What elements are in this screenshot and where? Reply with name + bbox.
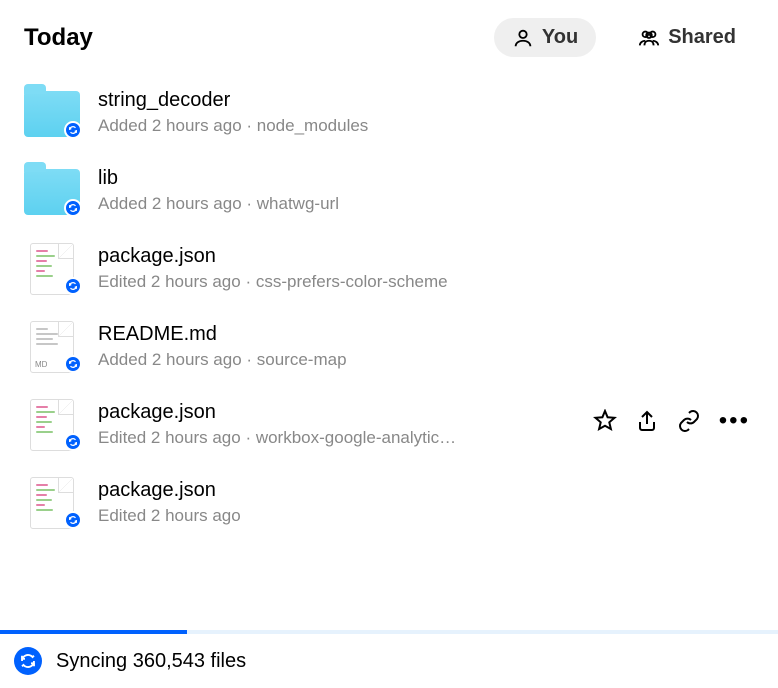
page-title: Today [24, 24, 93, 52]
item-meta: Edited 2 hours ago · workbox-google-anal… [98, 428, 575, 448]
sync-badge-icon [64, 433, 82, 451]
item-name: README.md [98, 323, 754, 346]
star-icon[interactable] [593, 409, 617, 433]
item-name: package.json [98, 401, 575, 424]
item-name: package.json [98, 479, 754, 502]
item-meta: Added 2 hours ago · source-map [98, 350, 754, 370]
tab-you-label: You [542, 26, 578, 49]
sync-status-icon [14, 647, 42, 675]
person-icon [512, 27, 534, 49]
list-item[interactable]: MD README.md Added 2 hours ago · source-ma… [24, 307, 754, 385]
list-item[interactable]: package.json Edited 2 hours ago · css-pre… [24, 229, 754, 307]
tab-shared[interactable]: Shared [620, 18, 754, 57]
sync-badge-icon [64, 199, 82, 217]
item-icon-wrap [24, 165, 80, 215]
file-list: string_decoder Added 2 hours ago · node_m… [0, 65, 778, 541]
list-item[interactable]: package.json Edited 2 hours ago [24, 463, 754, 541]
item-meta: Added 2 hours ago · whatwg-url [98, 194, 754, 214]
item-meta: Added 2 hours ago · node_modules [98, 116, 754, 136]
tab-you[interactable]: You [494, 18, 596, 57]
link-icon[interactable] [677, 409, 701, 433]
item-name: package.json [98, 245, 754, 268]
item-content: package.json Edited 2 hours ago · css-pre… [98, 243, 754, 292]
status-text: Syncing 360,543 files [56, 650, 246, 673]
list-item[interactable]: string_decoder Added 2 hours ago · node_m… [24, 73, 754, 151]
item-actions: ••• [593, 399, 754, 433]
item-icon-wrap [24, 477, 80, 527]
item-meta: Edited 2 hours ago · css-prefers-color-s… [98, 272, 754, 292]
item-content: README.md Added 2 hours ago · source-map [98, 321, 754, 370]
item-meta: Edited 2 hours ago [98, 506, 754, 526]
people-icon [638, 27, 660, 49]
list-item[interactable]: package.json Edited 2 hours ago · workbox… [24, 385, 754, 463]
item-content: lib Added 2 hours ago · whatwg-url [98, 165, 754, 214]
item-content: string_decoder Added 2 hours ago · node_m… [98, 87, 754, 136]
tab-shared-label: Shared [668, 26, 736, 49]
item-icon-wrap [24, 243, 80, 293]
item-content: package.json Edited 2 hours ago · workbox… [98, 399, 575, 448]
list-item[interactable]: lib Added 2 hours ago · whatwg-url [24, 151, 754, 229]
filter-tabs: You Shared [494, 18, 754, 57]
item-content: package.json Edited 2 hours ago [98, 477, 754, 526]
item-icon-wrap [24, 399, 80, 449]
item-icon-wrap [24, 87, 80, 137]
item-icon-wrap: MD [24, 321, 80, 371]
sync-badge-icon [64, 511, 82, 529]
item-name: string_decoder [98, 89, 754, 112]
status-bar: Syncing 360,543 files [0, 634, 778, 688]
share-icon[interactable] [635, 409, 659, 433]
sync-badge-icon [64, 355, 82, 373]
item-name: lib [98, 167, 754, 190]
more-icon[interactable]: ••• [719, 409, 750, 433]
sync-badge-icon [64, 277, 82, 295]
sync-badge-icon [64, 121, 82, 139]
